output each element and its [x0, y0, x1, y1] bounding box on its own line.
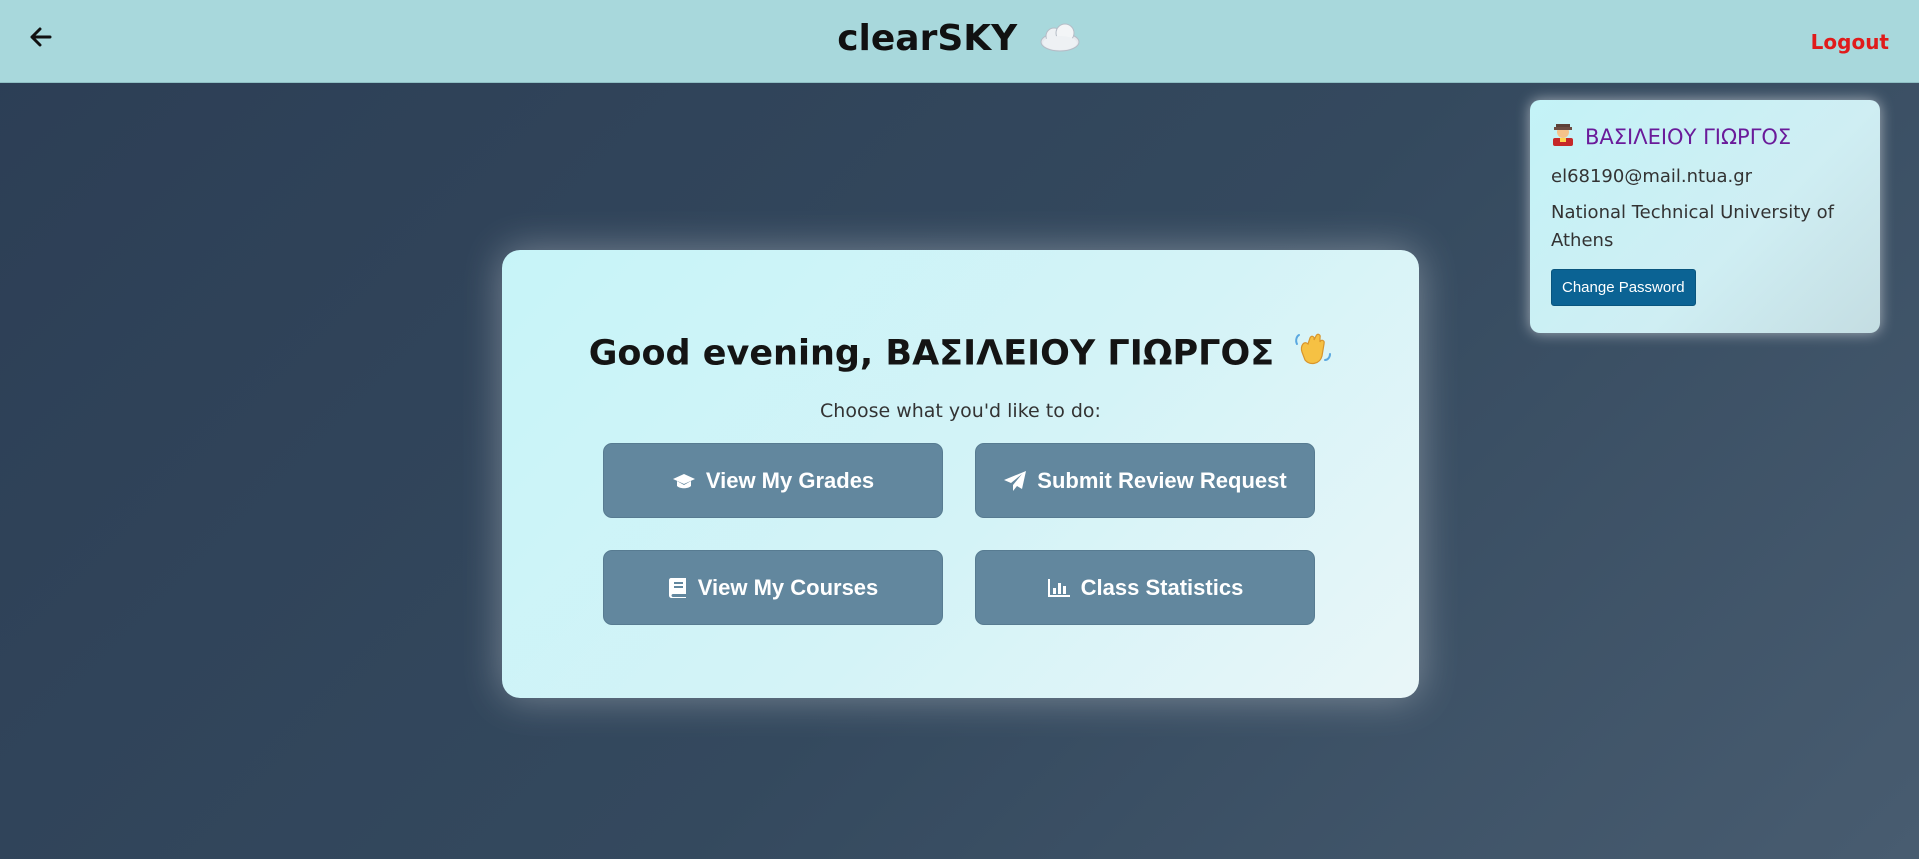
top-bar: clearSKY Logout [0, 0, 1919, 83]
profile-name: ΒΑΣΙΛΕΙΟΥ ΓΙΩΡΓΟΣ [1585, 124, 1792, 149]
class-statistics-label: Class Statistics [1080, 574, 1244, 600]
waving-hand-icon [1292, 330, 1332, 379]
view-my-grades-label: View My Grades [705, 467, 875, 493]
profile-email: el68190@mail.ntua.gr [1551, 166, 1753, 187]
brand-title: clearSKY [0, 18, 1919, 61]
greeting-heading: Good evening, ΒΑΣΙΛΕΙΟΥ ΓΙΩΡΓΟΣ [502, 330, 1419, 379]
graduation-cap-icon [672, 473, 695, 488]
paper-plane-icon [1004, 470, 1027, 491]
logout-link[interactable]: Logout [1811, 30, 1889, 54]
profile-institution: National Technical University of Athens [1551, 202, 1834, 251]
student-avatar-icon [1551, 122, 1575, 151]
profile-name-row: ΒΑΣΙΛΕΙΟΥ ΓΙΩΡΓΟΣ [1551, 122, 1859, 151]
action-prompt: Choose what you'd like to do: [820, 400, 1101, 422]
view-my-courses-button[interactable]: View My Courses [603, 550, 943, 625]
book-icon [668, 577, 686, 598]
brand-text: clearSKY [837, 18, 1018, 59]
bar-chart-icon [1047, 578, 1070, 597]
submit-review-request-button[interactable]: Submit Review Request [975, 443, 1315, 518]
class-statistics-button[interactable]: Class Statistics [975, 550, 1315, 625]
submit-review-request-label: Submit Review Request [1037, 467, 1287, 493]
profile-card: ΒΑΣΙΛΕΙΟΥ ΓΙΩΡΓΟΣ el68190@mail.ntua.gr N… [1530, 100, 1880, 333]
greeting-text: Good evening, ΒΑΣΙΛΕΙΟΥ ΓΙΩΡΓΟΣ [588, 333, 1275, 374]
cloud-icon [1038, 20, 1082, 61]
view-my-grades-button[interactable]: View My Grades [603, 443, 943, 518]
change-password-button[interactable]: Change Password [1551, 269, 1696, 306]
view-my-courses-label: View My Courses [697, 574, 879, 600]
dashboard-card: Good evening, ΒΑΣΙΛΕΙΟΥ ΓΙΩΡΓΟΣ Choose w… [502, 250, 1419, 698]
